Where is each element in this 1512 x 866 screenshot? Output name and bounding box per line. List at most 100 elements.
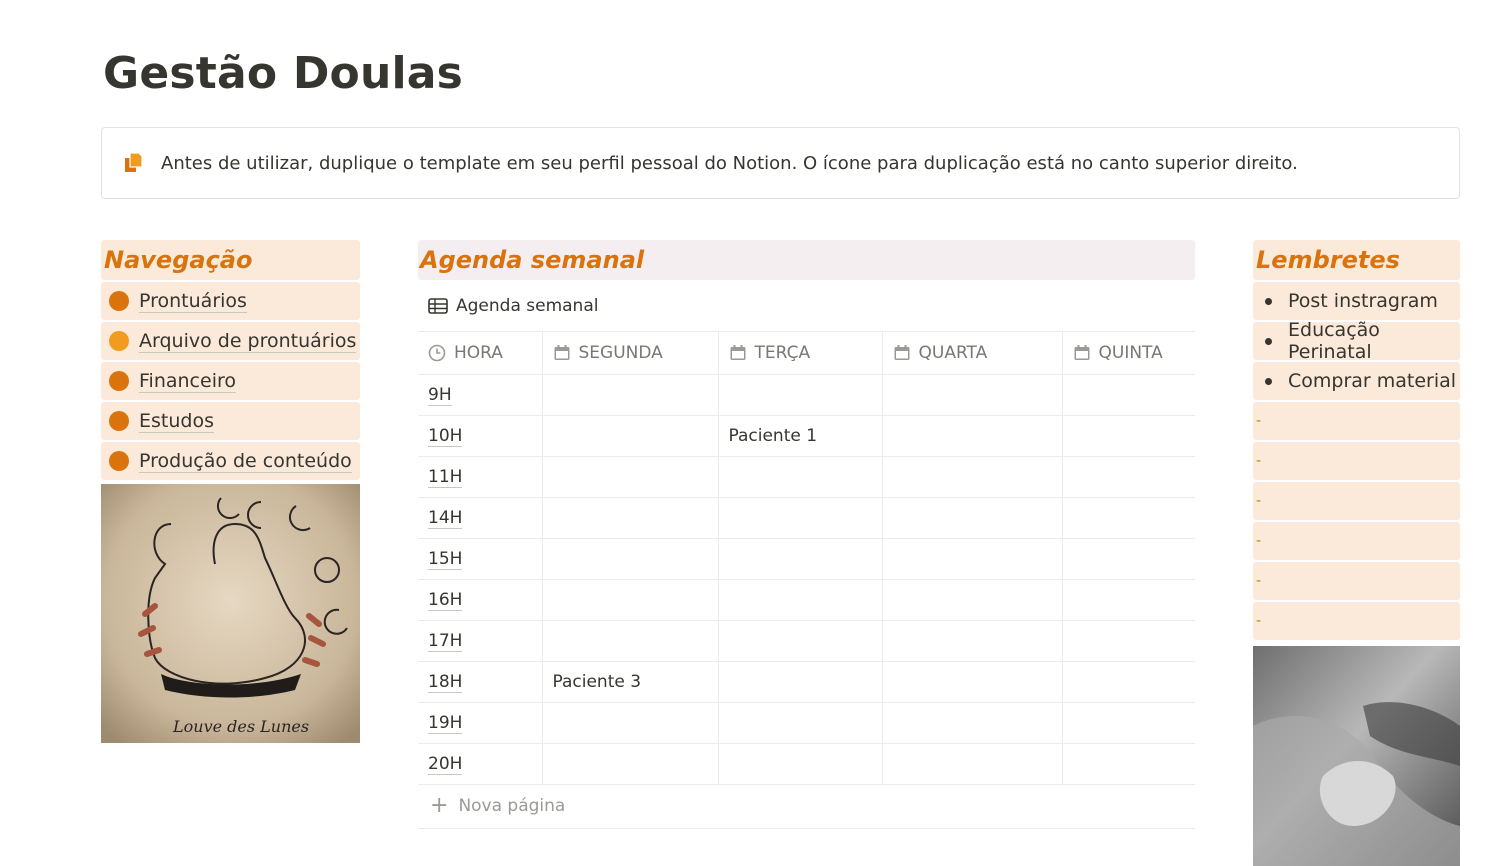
table-cell-terca[interactable]: Paciente 1: [718, 415, 883, 457]
column-header-terca[interactable]: TERÇA: [718, 332, 883, 375]
table-cell-quinta[interactable]: [1062, 456, 1195, 498]
table-row[interactable]: 10H Paciente 1: [418, 415, 1195, 457]
table-cell-hora[interactable]: 17H: [418, 620, 543, 662]
nav-item-prontuarios[interactable]: Prontuários: [101, 282, 360, 320]
table-cell-segunda[interactable]: [542, 743, 719, 785]
table-cell-quarta[interactable]: [882, 620, 1063, 662]
table-cell-terca[interactable]: [718, 743, 883, 785]
table-cell-quarta[interactable]: [882, 579, 1063, 621]
hour-label: 14H: [428, 507, 463, 529]
bullet-icon: [1265, 377, 1272, 385]
table-cell-terca[interactable]: [718, 497, 883, 539]
table-cell-quinta[interactable]: [1062, 415, 1195, 457]
agenda-view-tab[interactable]: Agenda semanal: [418, 280, 1195, 332]
new-page-button[interactable]: + Nova página: [418, 785, 1195, 829]
column-header-hora[interactable]: HORA: [418, 332, 543, 375]
reminder-empty-item[interactable]: -: [1253, 562, 1460, 600]
reminder-item[interactable]: Comprar material: [1253, 362, 1460, 400]
table-cell-quarta[interactable]: [882, 702, 1063, 744]
table-row[interactable]: 16H: [418, 579, 1195, 621]
table-cell-hora[interactable]: 9H: [418, 374, 543, 416]
table-cell-segunda[interactable]: [542, 702, 719, 744]
reminder-item[interactable]: Post instragram: [1253, 282, 1460, 320]
table-cell-segunda[interactable]: [542, 497, 719, 539]
table-cell-terca[interactable]: [718, 620, 883, 662]
table-cell-segunda[interactable]: Paciente 3: [542, 661, 719, 703]
table-cell-quinta[interactable]: [1062, 743, 1195, 785]
table-cell-quarta[interactable]: [882, 743, 1063, 785]
table-row[interactable]: 15H: [418, 538, 1195, 580]
reminder-empty-item[interactable]: -: [1253, 442, 1460, 480]
reminder-dash: -: [1256, 573, 1262, 589]
table-row[interactable]: 9H: [418, 374, 1195, 416]
appointment-text: Paciente 3: [552, 671, 642, 692]
table-row[interactable]: 19H: [418, 702, 1195, 744]
table-cell-quarta[interactable]: [882, 661, 1063, 703]
table-cell-segunda[interactable]: [542, 374, 719, 416]
table-cell-quarta[interactable]: [882, 497, 1063, 539]
table-cell-segunda[interactable]: [542, 456, 719, 498]
table-cell-hora[interactable]: 16H: [418, 579, 543, 621]
table-cell-terca[interactable]: [718, 702, 883, 744]
reminders-heading-box: Lembretes: [1253, 240, 1460, 280]
column-header-segunda[interactable]: SEGUNDA: [542, 332, 719, 375]
calendar-icon: [729, 344, 747, 362]
table-row[interactable]: 18H Paciente 3: [418, 661, 1195, 703]
table-cell-quinta[interactable]: [1062, 702, 1195, 744]
table-cell-segunda[interactable]: [542, 538, 719, 580]
table-cell-quinta[interactable]: [1062, 579, 1195, 621]
table-cell-terca[interactable]: [718, 661, 883, 703]
reminder-empty-item[interactable]: -: [1253, 402, 1460, 440]
reminder-dash: -: [1256, 413, 1262, 429]
table-cell-quinta[interactable]: [1062, 620, 1195, 662]
orange-circle-icon: [109, 371, 129, 391]
table-row[interactable]: 17H: [418, 620, 1195, 662]
table-cell-hora[interactable]: 11H: [418, 456, 543, 498]
table-row[interactable]: 20H: [418, 743, 1195, 785]
nav-item-producao[interactable]: Produção de conteúdo: [101, 442, 360, 480]
agenda-column: Agenda semanal Agenda semanal HORA SEGUN…: [418, 240, 1195, 829]
reminder-dash: -: [1256, 493, 1262, 509]
table-cell-terca[interactable]: [718, 538, 883, 580]
reminders-column: Lembretes Post instragram Educação Perin…: [1253, 240, 1460, 866]
hour-label: 15H: [428, 548, 463, 570]
column-header-quinta[interactable]: QUINTA: [1062, 332, 1195, 375]
hour-label: 16H: [428, 589, 463, 611]
table-cell-quarta[interactable]: [882, 374, 1063, 416]
reminders-heading: Lembretes: [1256, 246, 1400, 274]
table-cell-hora[interactable]: 14H: [418, 497, 543, 539]
column-header-label: HORA: [454, 342, 503, 363]
table-cell-segunda[interactable]: [542, 579, 719, 621]
table-cell-terca[interactable]: [718, 456, 883, 498]
column-header-quarta[interactable]: QUARTA: [882, 332, 1063, 375]
table-cell-segunda[interactable]: [542, 620, 719, 662]
table-row[interactable]: 11H: [418, 456, 1195, 498]
table-cell-hora[interactable]: 19H: [418, 702, 543, 744]
table-cell-hora[interactable]: 18H: [418, 661, 543, 703]
table-row[interactable]: 14H: [418, 497, 1195, 539]
table-cell-terca[interactable]: [718, 374, 883, 416]
reminder-empty-item[interactable]: -: [1253, 602, 1460, 640]
appointment-text: Paciente 1: [728, 425, 818, 446]
table-icon: [428, 297, 448, 314]
table-cell-quinta[interactable]: [1062, 374, 1195, 416]
table-cell-quinta[interactable]: [1062, 661, 1195, 703]
nav-item-financeiro[interactable]: Financeiro: [101, 362, 360, 400]
column-header-label: SEGUNDA: [578, 342, 663, 363]
table-cell-segunda[interactable]: [542, 415, 719, 457]
nav-item-arquivo[interactable]: Arquivo de prontuários: [101, 322, 360, 360]
nav-item-estudos[interactable]: Estudos: [101, 402, 360, 440]
table-cell-quinta[interactable]: [1062, 538, 1195, 580]
agenda-table: HORA SEGUNDA TERÇA QUARTA QUINTA 9H 10H Pa…: [418, 332, 1195, 785]
table-cell-quarta[interactable]: [882, 456, 1063, 498]
table-cell-hora[interactable]: 20H: [418, 743, 543, 785]
reminder-item[interactable]: Educação Perinatal: [1253, 319, 1460, 363]
table-cell-terca[interactable]: [718, 579, 883, 621]
reminder-empty-item[interactable]: -: [1253, 522, 1460, 560]
table-cell-hora[interactable]: 15H: [418, 538, 543, 580]
table-cell-quarta[interactable]: [882, 415, 1063, 457]
table-cell-quarta[interactable]: [882, 538, 1063, 580]
table-cell-hora[interactable]: 10H: [418, 415, 543, 457]
table-cell-quinta[interactable]: [1062, 497, 1195, 539]
reminder-empty-item[interactable]: -: [1253, 482, 1460, 520]
